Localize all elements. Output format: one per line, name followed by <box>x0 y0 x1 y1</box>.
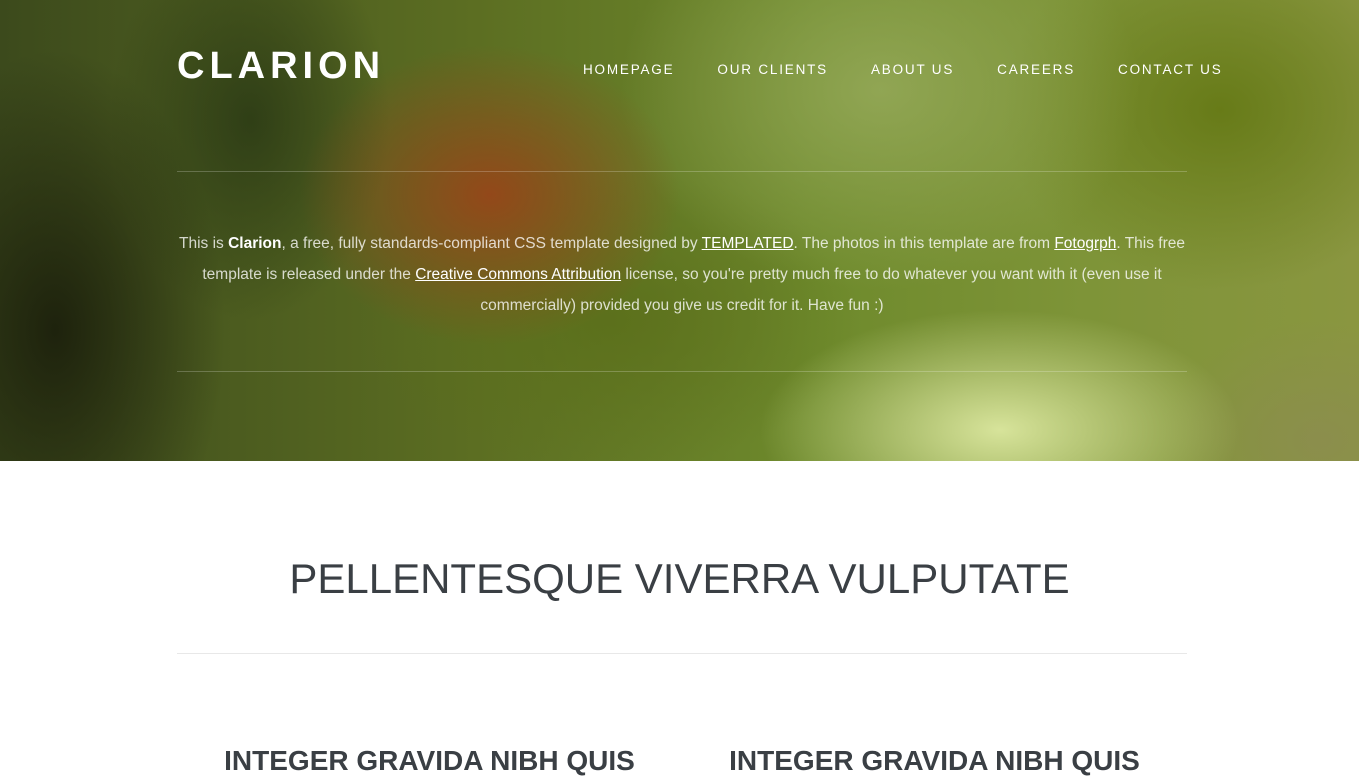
section-title: PELLENTESQUE VIVERRA VULPUTATE <box>289 555 1070 602</box>
intro-text-2: , a free, fully standards-compliant CSS … <box>281 235 702 252</box>
column-title-left: INTEGER GRAVIDA NIBH QUIS <box>224 745 635 776</box>
intro-brand-name: Clarion <box>228 235 282 252</box>
nav-link-careers[interactable]: CAREERS <box>997 62 1075 77</box>
nav-link-homepage[interactable]: HOMEPAGE <box>583 62 674 77</box>
site-logo[interactable]: CLARION <box>177 45 385 88</box>
creative-commons-link[interactable]: Creative Commons Attribution <box>415 266 621 283</box>
main-nav: HOMEPAGE OUR CLIENTS ABOUT US CAREERS CO… <box>583 62 1223 77</box>
content-divider <box>177 653 1187 654</box>
hero-banner: CLARION HOMEPAGE OUR CLIENTS ABOUT US CA… <box>0 0 1359 461</box>
hero-divider-top <box>177 171 1187 172</box>
intro-text-3: . The photos in this template are from <box>793 235 1055 252</box>
nav-link-our-clients[interactable]: OUR CLIENTS <box>717 62 828 77</box>
hero-divider-bottom <box>177 371 1187 372</box>
intro-paragraph: This is Clarion, a free, fully standards… <box>170 228 1194 321</box>
nav-link-about-us[interactable]: ABOUT US <box>871 62 954 77</box>
fotogrph-link[interactable]: Fotogrph <box>1054 235 1116 252</box>
column-title-right: INTEGER GRAVIDA NIBH QUIS <box>729 745 1140 776</box>
nav-link-contact-us[interactable]: CONTACT US <box>1118 62 1223 77</box>
templated-link[interactable]: TEMPLATED <box>702 235 794 252</box>
intro-text-1: This is <box>179 235 229 252</box>
